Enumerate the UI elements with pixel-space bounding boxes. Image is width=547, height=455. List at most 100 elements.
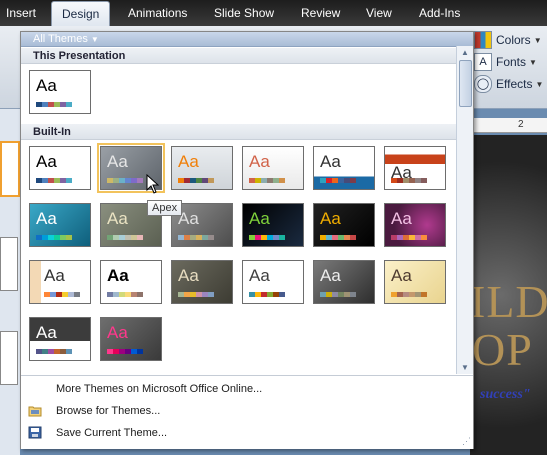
theme-preview-text: Aa xyxy=(320,266,341,285)
theme-preview-text: Aa xyxy=(178,266,199,285)
theme-swatches xyxy=(249,178,285,183)
slide-title-line1: ILD xyxy=(470,276,547,327)
theme-paper[interactable]: Aa xyxy=(171,260,233,304)
theme-swatches xyxy=(36,178,72,183)
theme-technic[interactable]: Aa xyxy=(313,260,375,304)
scroll-thumb[interactable] xyxy=(459,60,472,107)
theme-oriel[interactable]: Aa xyxy=(29,260,91,304)
theme-swatches xyxy=(107,349,143,354)
theme-swatches xyxy=(391,292,427,297)
theme-preview-text: Aa xyxy=(391,266,412,285)
tab-insert[interactable]: Insert xyxy=(6,6,36,20)
theme-preview-text: Aa xyxy=(391,209,412,228)
theme-swatches xyxy=(36,235,72,240)
theme-swatches xyxy=(44,292,80,297)
gallery-scrollbar[interactable]: ▲ ▼ xyxy=(456,46,473,374)
tab-view[interactable]: View xyxy=(366,6,392,20)
theme-preview-text: Aa xyxy=(249,152,270,171)
tab-animations[interactable]: Animations xyxy=(128,6,187,20)
theme-swatches xyxy=(249,235,285,240)
theme-swatches xyxy=(107,292,143,297)
theme-swatches xyxy=(391,235,427,240)
theme-preview-text: Aa xyxy=(36,76,57,95)
scroll-up-icon[interactable]: ▲ xyxy=(461,48,469,57)
tab-design[interactable]: Design xyxy=(51,1,111,27)
theme-swatches xyxy=(320,235,356,240)
theme-verve[interactable]: Aa xyxy=(100,317,162,361)
tab-review[interactable]: Review xyxy=(301,6,340,20)
effects-button[interactable]: ◯ Effects ▼ xyxy=(474,74,544,94)
theme-module[interactable]: Aa xyxy=(313,203,375,247)
slide-tagline: success" xyxy=(480,387,531,402)
scroll-down-icon[interactable]: ▼ xyxy=(461,363,469,372)
theme-concourse[interactable]: Aa xyxy=(313,146,375,190)
theme-preview-text: Aa xyxy=(36,209,57,228)
slide-thumbnail[interactable] xyxy=(0,141,20,197)
browse-themes-label: Browse for Themes... xyxy=(56,405,161,417)
colors-icon xyxy=(474,31,492,49)
theme-opulent[interactable]: Aa xyxy=(384,203,446,247)
theme-tooltip: Apex xyxy=(147,200,183,216)
theme-preview-text: Aa xyxy=(249,209,270,228)
mouse-cursor-icon xyxy=(146,174,160,194)
horizontal-ruler: 2 xyxy=(470,118,547,133)
theme-swatches xyxy=(391,178,427,183)
browse-themes-item[interactable]: Browse for Themes... xyxy=(21,400,473,422)
theme-aspect[interactable]: Aa xyxy=(171,146,233,190)
theme-swatches xyxy=(178,235,214,240)
chevron-down-icon: ▼ xyxy=(90,35,99,44)
theme-origin[interactable]: Aa xyxy=(100,260,162,304)
effects-label: Effects xyxy=(496,77,533,91)
more-themes-online-item[interactable]: More Themes on Microsoft Office Online..… xyxy=(21,378,473,400)
save-theme-icon xyxy=(28,426,42,439)
theme-preview-text: Aa xyxy=(107,209,128,228)
tab-add-ins[interactable]: Add-Ins xyxy=(419,6,460,20)
slide-thumbnail[interactable] xyxy=(0,237,18,291)
gallery-filter-bar[interactable]: All Themes ▼ xyxy=(21,32,473,47)
section-this-presentation: This Presentation xyxy=(21,48,456,64)
ribbon-tab-bar: Insert Design Animations Slide Show Revi… xyxy=(0,0,547,27)
theme-swatches xyxy=(107,178,143,183)
resize-grip-icon[interactable]: ⋰ xyxy=(462,436,471,447)
all-themes-filter[interactable]: All Themes ▼ xyxy=(33,32,99,47)
theme-metro[interactable]: Aa xyxy=(242,203,304,247)
theme-preview-text: Aa xyxy=(178,152,199,171)
gallery-menu: More Themes on Microsoft Office Online..… xyxy=(21,375,473,449)
theme-flow[interactable]: Aa xyxy=(29,203,91,247)
tab-slide-show[interactable]: Slide Show xyxy=(214,6,274,20)
more-themes-label: More Themes on Microsoft Office Online..… xyxy=(56,383,263,395)
theme-preview-text: Aa xyxy=(107,152,128,171)
save-current-theme-item[interactable]: Save Current Theme... xyxy=(21,422,473,444)
theme-solstice[interactable]: Aa xyxy=(242,260,304,304)
colors-button[interactable]: Colors ▼ xyxy=(474,30,544,50)
all-themes-label: All Themes xyxy=(33,33,88,45)
theme-urban[interactable]: Aa xyxy=(29,317,91,361)
fonts-button[interactable]: A Fonts ▼ xyxy=(474,52,544,72)
fonts-label: Fonts xyxy=(496,55,527,69)
slide-title-line2: OP xyxy=(472,324,533,375)
save-theme-label: Save Current Theme... xyxy=(56,427,168,439)
theme-preview-text: Aa xyxy=(320,152,341,171)
theme-preview-text: Aa xyxy=(44,266,65,285)
folder-icon xyxy=(28,406,42,417)
theme-current[interactable]: Aa xyxy=(29,70,91,114)
slide-canvas[interactable]: ILD OP success" xyxy=(470,135,547,455)
effects-icon: ◯ xyxy=(474,75,492,93)
theme-preview-text: Aa xyxy=(320,209,341,228)
theme-trek[interactable]: Aa xyxy=(384,260,446,304)
slide-thumbnail[interactable] xyxy=(0,331,18,385)
themes-gallery: All Themes ▼ This Presentation Aa Built-… xyxy=(20,31,474,449)
theme-preview-text: Aa xyxy=(36,152,57,171)
theme-swatches xyxy=(320,292,356,297)
fonts-icon: A xyxy=(474,53,492,71)
theme-civic[interactable]: Aa xyxy=(242,146,304,190)
chevron-down-icon: ▼ xyxy=(533,35,542,45)
theme-swatches xyxy=(178,178,214,183)
chevron-down-icon: ▼ xyxy=(529,57,537,67)
theme-preview-text: Aa xyxy=(107,266,129,285)
chevron-down-icon: ▼ xyxy=(535,79,544,89)
theme-office[interactable]: Aa xyxy=(29,146,91,190)
slide-thumbnail-panel xyxy=(0,109,20,455)
theme-equity[interactable]: Aa xyxy=(384,146,446,190)
colors-label: Colors xyxy=(496,33,531,47)
